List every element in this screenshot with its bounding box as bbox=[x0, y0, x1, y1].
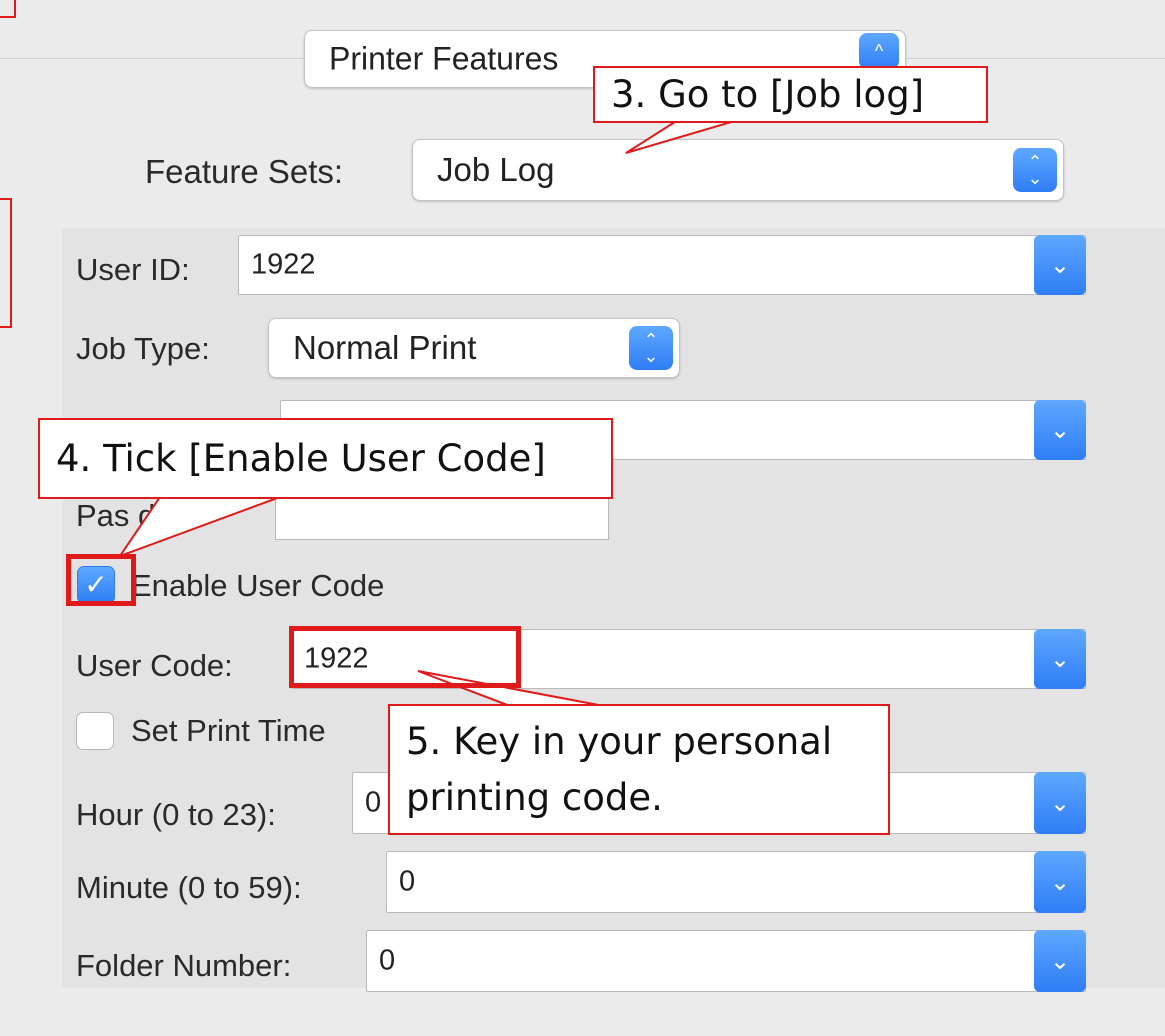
feature-sets-popup[interactable]: Job Log ⌃ ⌄ bbox=[412, 139, 1064, 201]
folder-number-label: Folder Number: bbox=[76, 948, 292, 983]
hour-label: Hour (0 to 23): bbox=[76, 797, 276, 832]
job-type-popup[interactable]: Normal Print ⌃ ⌄ bbox=[268, 318, 680, 378]
callout-step-5-line1: 5. Key in your personal bbox=[406, 720, 833, 763]
minute-label: Minute (0 to 59): bbox=[76, 870, 302, 905]
feature-sets-label: Feature Sets: bbox=[145, 153, 344, 190]
chevron-down-icon[interactable]: ⌄ bbox=[1034, 400, 1086, 460]
feature-sets-value: Job Log bbox=[437, 151, 555, 188]
chevron-down-icon[interactable]: ⌄ bbox=[1034, 930, 1086, 992]
partial-annotation-frame bbox=[0, 0, 16, 18]
user-id-combo[interactable]: 1922 ⌄ bbox=[238, 235, 1086, 295]
up-down-stepper-icon[interactable]: ⌃ ⌄ bbox=[1013, 148, 1057, 192]
chevron-up-icon[interactable]: ^ bbox=[859, 33, 899, 69]
enable-user-code-highlight bbox=[66, 554, 136, 606]
hour-value: 0 bbox=[365, 786, 382, 819]
password-label: Pas d: bbox=[76, 498, 164, 533]
callout-step-5-line2: printing code. bbox=[406, 776, 663, 819]
minute-combo[interactable]: 0 ⌄ bbox=[386, 851, 1086, 913]
chevron-down-icon[interactable]: ⌄ bbox=[1034, 772, 1086, 834]
callout-step-3: 3. Go to [Job log] bbox=[593, 66, 988, 123]
callout-step-3-text: 3. Go to [Job log] bbox=[611, 73, 925, 116]
job-type-label: Job Type: bbox=[76, 331, 210, 366]
set-print-time-checkbox[interactable] bbox=[76, 712, 114, 750]
up-down-stepper-icon[interactable]: ⌃ ⌄ bbox=[629, 326, 673, 370]
set-print-time-label: Set Print Time bbox=[131, 713, 326, 748]
callout-step-5: 5. Key in your personal printing code. bbox=[388, 704, 890, 835]
job-type-value: Normal Print bbox=[293, 329, 477, 366]
folder-number-combo[interactable]: 0 ⌄ bbox=[366, 930, 1086, 992]
minute-value: 0 bbox=[399, 865, 416, 898]
chevron-down-icon[interactable]: ⌄ bbox=[1034, 629, 1086, 689]
callout-step-4: 4. Tick [Enable User Code] bbox=[38, 418, 613, 499]
printer-features-label: Printer Features bbox=[329, 40, 559, 77]
user-code-label: User Code: bbox=[76, 648, 233, 683]
chevron-down-icon[interactable]: ⌄ bbox=[1034, 851, 1086, 913]
partial-annotation-frame bbox=[0, 198, 12, 328]
user-id-value: 1922 bbox=[251, 248, 316, 281]
user-code-highlight bbox=[289, 626, 521, 688]
callout-step-4-text: 4. Tick [Enable User Code] bbox=[56, 437, 546, 480]
user-id-label: User ID: bbox=[76, 252, 190, 287]
chevron-down-icon[interactable]: ⌄ bbox=[1034, 235, 1086, 295]
enable-user-code-label: Enable User Code bbox=[131, 568, 385, 603]
folder-number-value: 0 bbox=[379, 944, 396, 977]
